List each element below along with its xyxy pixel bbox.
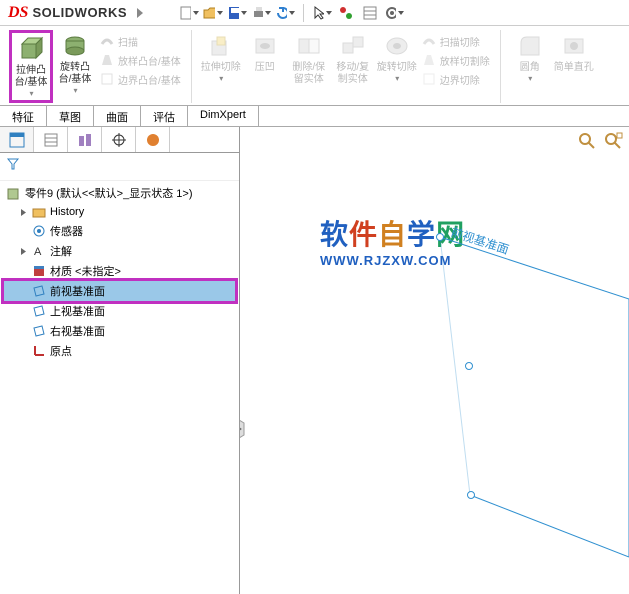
loft-cut-icon — [421, 52, 437, 68]
tab-evaluate[interactable]: 评估 — [141, 106, 188, 126]
revolve-cut-icon — [383, 32, 411, 60]
chamfer-button[interactable]: 简单直孔 — [552, 30, 596, 76]
tree-top-plane[interactable]: 上视基准面 — [4, 301, 235, 321]
filter-row — [0, 153, 239, 181]
work-area: 零件9 (默认<<默认>_显示状态 1>) History 传感器 A 注解 材 — [0, 127, 629, 594]
loft-cut-button[interactable]: 放样切割除 — [419, 51, 492, 69]
separator — [303, 4, 304, 22]
delete-keep-button[interactable]: 删除/保留实体 — [287, 30, 331, 88]
config-tab[interactable] — [68, 127, 102, 152]
revolve-boss-button[interactable]: 旋转凸台/基体 ▾ — [53, 30, 97, 97]
new-button[interactable] — [179, 3, 199, 23]
graphics-viewport[interactable]: 软件自学网 WWW.RJZXW.COM 前视基准面 — [240, 127, 629, 594]
sweep-cut-icon — [421, 33, 437, 49]
nav-forward-icon[interactable] — [135, 6, 149, 20]
open-button[interactable] — [203, 3, 223, 23]
tree-root[interactable]: 零件9 (默认<<默认>_显示状态 1>) — [4, 183, 235, 203]
part-icon — [6, 186, 22, 200]
property-tab[interactable] — [34, 127, 68, 152]
select-button[interactable] — [312, 3, 332, 23]
tree-annotations[interactable]: A 注解 — [4, 241, 235, 261]
dropdown-arrow-icon: ▾ — [73, 86, 77, 95]
tab-sketch[interactable]: 草图 — [47, 106, 94, 126]
annotation-icon: A — [31, 244, 47, 258]
app-name: SOLIDWORKS — [32, 5, 127, 20]
plane-icon — [31, 284, 47, 298]
undo-button[interactable] — [275, 3, 295, 23]
expand-icon[interactable] — [18, 207, 28, 217]
hole-button[interactable]: 压凹 — [243, 30, 287, 76]
revolve-icon — [61, 32, 89, 60]
sweep-cut-button[interactable]: 扫描切除 — [419, 32, 492, 50]
tab-features[interactable]: 特征 — [0, 106, 47, 126]
extrude-boss-button[interactable]: 拉伸凸台/基体 ▾ — [9, 30, 53, 103]
plane-handle[interactable] — [436, 233, 444, 241]
print-button[interactable] — [251, 3, 271, 23]
origin-icon — [31, 344, 47, 358]
ribbon: 拉伸凸台/基体 ▾ 旋转凸台/基体 ▾ 扫描 放样凸台/基体 边界凸台/基体 拉… — [0, 26, 629, 105]
revolve-cut-button[interactable]: 旋转切除 ▾ — [375, 30, 419, 85]
tree-origin[interactable]: 原点 — [4, 341, 235, 361]
tree-sensors[interactable]: 传感器 — [4, 221, 235, 241]
loft-icon — [99, 52, 115, 68]
feature-tree: 零件9 (默认<<默认>_显示状态 1>) History 传感器 A 注解 材 — [0, 181, 239, 363]
rebuild-button[interactable] — [336, 3, 356, 23]
sensor-icon — [31, 224, 47, 238]
feature-tree-tab[interactable] — [0, 127, 34, 152]
save-button[interactable] — [227, 3, 247, 23]
plane-handle[interactable] — [467, 491, 475, 499]
material-icon — [31, 264, 47, 278]
plane-icon — [31, 304, 47, 318]
extrude-icon — [17, 35, 45, 63]
delete-keep-icon — [295, 32, 323, 60]
options-icon[interactable] — [360, 3, 380, 23]
fillet-button[interactable]: 圆角 ▾ — [508, 30, 552, 85]
expand-icon[interactable] — [18, 246, 28, 256]
dropdown-arrow-icon: ▾ — [29, 89, 33, 98]
chamfer-icon — [560, 32, 588, 60]
panel-tabs — [0, 127, 239, 153]
display-tab[interactable] — [136, 127, 170, 152]
command-tabs: 特征 草图 曲面 评估 DimXpert — [0, 105, 629, 127]
boundary-icon — [99, 71, 115, 87]
fillet-icon — [516, 32, 544, 60]
filter-icon[interactable] — [6, 157, 20, 171]
boundary-button[interactable]: 边界凸台/基体 — [97, 70, 183, 88]
history-icon — [31, 205, 47, 219]
plane-icon — [31, 324, 47, 338]
move-copy-icon — [339, 32, 367, 60]
boundary-cut-button[interactable]: 边界切除 — [419, 70, 492, 88]
quick-toolbar — [179, 3, 404, 23]
sweep-button[interactable]: 扫描 — [97, 32, 183, 50]
tab-dimxpert[interactable]: DimXpert — [188, 106, 259, 126]
boundary-cut-icon — [421, 71, 437, 87]
logo-ds-icon: DS — [8, 4, 28, 22]
tab-surface[interactable]: 曲面 — [94, 106, 141, 126]
feature-manager-panel: 零件9 (默认<<默认>_显示状态 1>) History 传感器 A 注解 材 — [0, 127, 240, 594]
sweep-icon — [99, 33, 115, 49]
front-plane-geometry[interactable] — [240, 127, 629, 594]
extrude-cut-icon — [207, 32, 235, 60]
loft-button[interactable]: 放样凸台/基体 — [97, 51, 183, 69]
hole-icon — [251, 32, 279, 60]
settings-button[interactable] — [384, 3, 404, 23]
dimxpert-tab[interactable] — [102, 127, 136, 152]
plane-handle[interactable] — [465, 362, 473, 370]
tree-right-plane[interactable]: 右视基准面 — [4, 321, 235, 341]
svg-text:A: A — [34, 246, 42, 258]
move-copy-button[interactable]: 移动/复制实体 — [331, 30, 375, 88]
title-bar: DS SOLIDWORKS — [0, 0, 629, 26]
extrude-cut-button[interactable]: 拉伸切除 ▾ — [199, 30, 243, 85]
panel-collapse-icon[interactable] — [240, 417, 246, 446]
tree-history[interactable]: History — [4, 203, 235, 221]
